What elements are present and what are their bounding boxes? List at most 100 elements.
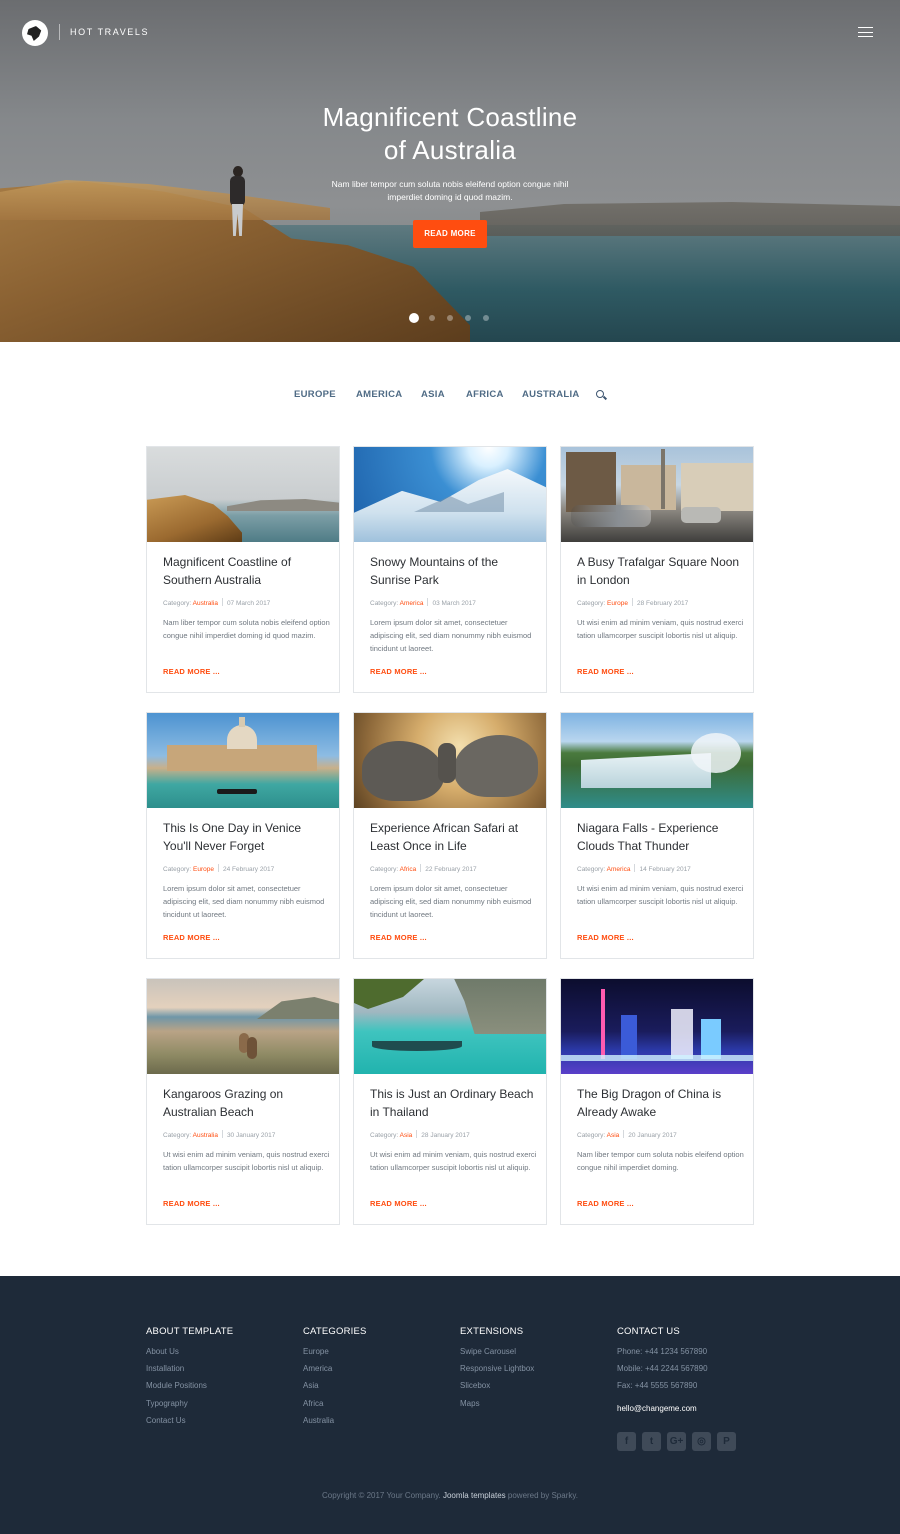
hero-subtitle: Nam liber tempor cum soluta nobis eleife… bbox=[331, 179, 569, 202]
slider-dot[interactable] bbox=[429, 315, 435, 321]
article-title[interactable]: Experience African Safari at Least Once … bbox=[370, 819, 535, 855]
article-excerpt: Ut wisi enim ad minim veniam, quis nostr… bbox=[163, 1150, 330, 1173]
joomla-templates-link[interactable]: Joomla templates bbox=[443, 1491, 506, 1500]
google-plus-icon[interactable]: G+ bbox=[667, 1432, 686, 1451]
article-title[interactable]: A Busy Trafalgar Square Noon in London bbox=[577, 553, 742, 589]
read-more-link[interactable]: READ MORE ... bbox=[577, 933, 634, 942]
footer-link[interactable]: Swipe Carousel bbox=[460, 1343, 534, 1360]
article-category[interactable]: America bbox=[400, 600, 424, 607]
article-excerpt: Ut wisi enim ad minim veniam, quis nostr… bbox=[577, 884, 744, 907]
article-image-venice[interactable] bbox=[147, 713, 339, 808]
article-category[interactable]: America bbox=[607, 866, 631, 873]
footer-link[interactable]: Europe bbox=[303, 1343, 367, 1360]
footer-link[interactable]: Typography bbox=[146, 1395, 233, 1412]
hero-hiker bbox=[229, 166, 245, 236]
read-more-link[interactable]: READ MORE ... bbox=[163, 1199, 220, 1208]
slider-dot[interactable] bbox=[483, 315, 489, 321]
article-excerpt: Ut wisi enim ad minim veniam, quis nostr… bbox=[370, 1150, 537, 1173]
article-title[interactable]: Snowy Mountains of the Sunrise Park bbox=[370, 553, 535, 589]
article-meta: Category: Europe 28 February 2017 bbox=[577, 598, 689, 607]
article-card: The Big Dragon of China is Already Awake… bbox=[560, 978, 754, 1225]
hero-title: Magnificent Coastline of Australia bbox=[322, 102, 578, 165]
article-card: Experience African Safari at Least Once … bbox=[353, 712, 547, 959]
article-title[interactable]: Magnificent Coastline of Southern Austra… bbox=[163, 553, 328, 589]
facebook-icon[interactable]: f bbox=[617, 1432, 636, 1451]
article-title[interactable]: The Big Dragon of China is Already Awake bbox=[577, 1085, 742, 1121]
nav-item-asia[interactable]: ASIA bbox=[421, 389, 445, 400]
article-category[interactable]: Europe bbox=[607, 600, 628, 607]
contact-phone: Phone: +44 1234 567890 bbox=[617, 1347, 708, 1356]
article-date: 20 January 2017 bbox=[628, 1132, 677, 1139]
nav-item-america[interactable]: AMERICA bbox=[356, 389, 402, 400]
read-more-link[interactable]: READ MORE ... bbox=[370, 667, 427, 676]
nav-item-africa[interactable]: AFRICA bbox=[466, 389, 504, 400]
article-meta: Category: Asia 28 January 2017 bbox=[370, 1130, 470, 1139]
article-title[interactable]: Niagara Falls - Experience Clouds That T… bbox=[577, 819, 742, 855]
footer-link[interactable]: Responsive Lightbox bbox=[460, 1360, 534, 1377]
article-meta: Category: America 03 March 2017 bbox=[370, 598, 476, 607]
article-image-kangaroos[interactable] bbox=[147, 979, 339, 1074]
read-more-link[interactable]: READ MORE ... bbox=[370, 1199, 427, 1208]
slider-dot[interactable] bbox=[447, 315, 453, 321]
footer-link[interactable]: About Us bbox=[146, 1343, 233, 1360]
nav-item-europe[interactable]: EUROPE bbox=[294, 389, 336, 400]
footer-link[interactable]: Contact Us bbox=[146, 1412, 233, 1429]
slider-dot[interactable] bbox=[409, 313, 419, 323]
footer-link[interactable]: Australia bbox=[303, 1412, 367, 1429]
footer-extensions: EXTENSIONS Swipe Carousel Responsive Lig… bbox=[460, 1326, 534, 1412]
article-category[interactable]: Asia bbox=[607, 1132, 620, 1139]
footer-link[interactable]: Asia bbox=[303, 1377, 367, 1394]
article-date: 14 February 2017 bbox=[639, 866, 691, 873]
hero-read-more-button[interactable]: READ MORE bbox=[413, 220, 487, 248]
contact-email[interactable]: hello@changeme.com bbox=[617, 1404, 708, 1413]
search-icon[interactable] bbox=[596, 390, 607, 400]
article-category[interactable]: Australia bbox=[193, 600, 218, 607]
read-more-link[interactable]: READ MORE ... bbox=[163, 667, 220, 676]
article-category[interactable]: Africa bbox=[400, 866, 417, 873]
article-category[interactable]: Australia bbox=[193, 1132, 218, 1139]
article-excerpt: Ut wisi enim ad minim veniam, quis nostr… bbox=[577, 618, 744, 641]
article-meta: Category: Asia 20 January 2017 bbox=[577, 1130, 677, 1139]
article-title[interactable]: This is Just an Ordinary Beach in Thaila… bbox=[370, 1085, 535, 1121]
article-title[interactable]: This Is One Day in Venice You'll Never F… bbox=[163, 819, 328, 855]
article-category[interactable]: Europe bbox=[193, 866, 214, 873]
footer-link[interactable]: Module Positions bbox=[146, 1377, 233, 1394]
article-date: 24 February 2017 bbox=[222, 866, 275, 873]
article-excerpt: Lorem ipsum dolor sit amet, consectetuer… bbox=[370, 618, 532, 654]
hamburger-menu-icon[interactable] bbox=[858, 27, 873, 37]
globe-icon[interactable] bbox=[22, 20, 48, 46]
footer-link[interactable]: America bbox=[303, 1360, 367, 1377]
article-image-niagara[interactable] bbox=[561, 713, 753, 808]
article-excerpt: Nam liber tempor cum soluta nobis eleife… bbox=[163, 618, 330, 641]
footer-categories: CATEGORIES Europe America Asia Africa Au… bbox=[303, 1326, 367, 1429]
article-image-shanghai-night[interactable] bbox=[561, 979, 753, 1074]
instagram-icon[interactable]: ◎ bbox=[692, 1432, 711, 1451]
article-image-trafalgar-square[interactable] bbox=[561, 447, 753, 542]
pinterest-icon[interactable]: P bbox=[717, 1432, 736, 1451]
footer-link[interactable]: Africa bbox=[303, 1395, 367, 1412]
article-image-coastline[interactable] bbox=[147, 447, 339, 542]
article-date: 28 January 2017 bbox=[421, 1132, 470, 1139]
read-more-link[interactable]: READ MORE ... bbox=[370, 933, 427, 942]
footer-link[interactable]: Maps bbox=[460, 1395, 534, 1412]
read-more-link[interactable]: READ MORE ... bbox=[577, 667, 634, 676]
article-title[interactable]: Kangaroos Grazing on Australian Beach bbox=[163, 1085, 328, 1121]
footer-link[interactable]: Installation bbox=[146, 1360, 233, 1377]
read-more-link[interactable]: READ MORE ... bbox=[163, 933, 220, 942]
hero-slider: HOT TRAVELS Magnificent Coastline of Aus… bbox=[0, 0, 900, 342]
footer-link[interactable]: Slicebox bbox=[460, 1377, 534, 1394]
nav-item-australia[interactable]: AUSTRALIA bbox=[522, 389, 580, 400]
article-image-thailand-beach[interactable] bbox=[354, 979, 546, 1074]
article-image-elephants[interactable] bbox=[354, 713, 546, 808]
twitter-icon[interactable]: t bbox=[642, 1432, 661, 1451]
read-more-link[interactable]: READ MORE ... bbox=[577, 1199, 634, 1208]
slider-dot[interactable] bbox=[465, 315, 471, 321]
footer-heading: EXTENSIONS bbox=[460, 1326, 524, 1337]
site-name[interactable]: HOT TRAVELS bbox=[70, 27, 149, 37]
footer-heading: CATEGORIES bbox=[303, 1326, 367, 1337]
article-meta: Category: Africa 22 February 2017 bbox=[370, 864, 477, 873]
article-image-snowy-mountains[interactable] bbox=[354, 447, 546, 542]
article-category[interactable]: Asia bbox=[400, 1132, 413, 1139]
article-card: A Busy Trafalgar Square Noon in London C… bbox=[560, 446, 754, 693]
category-nav: EUROPE AMERICA ASIA AFRICA AUSTRALIA bbox=[0, 389, 900, 403]
